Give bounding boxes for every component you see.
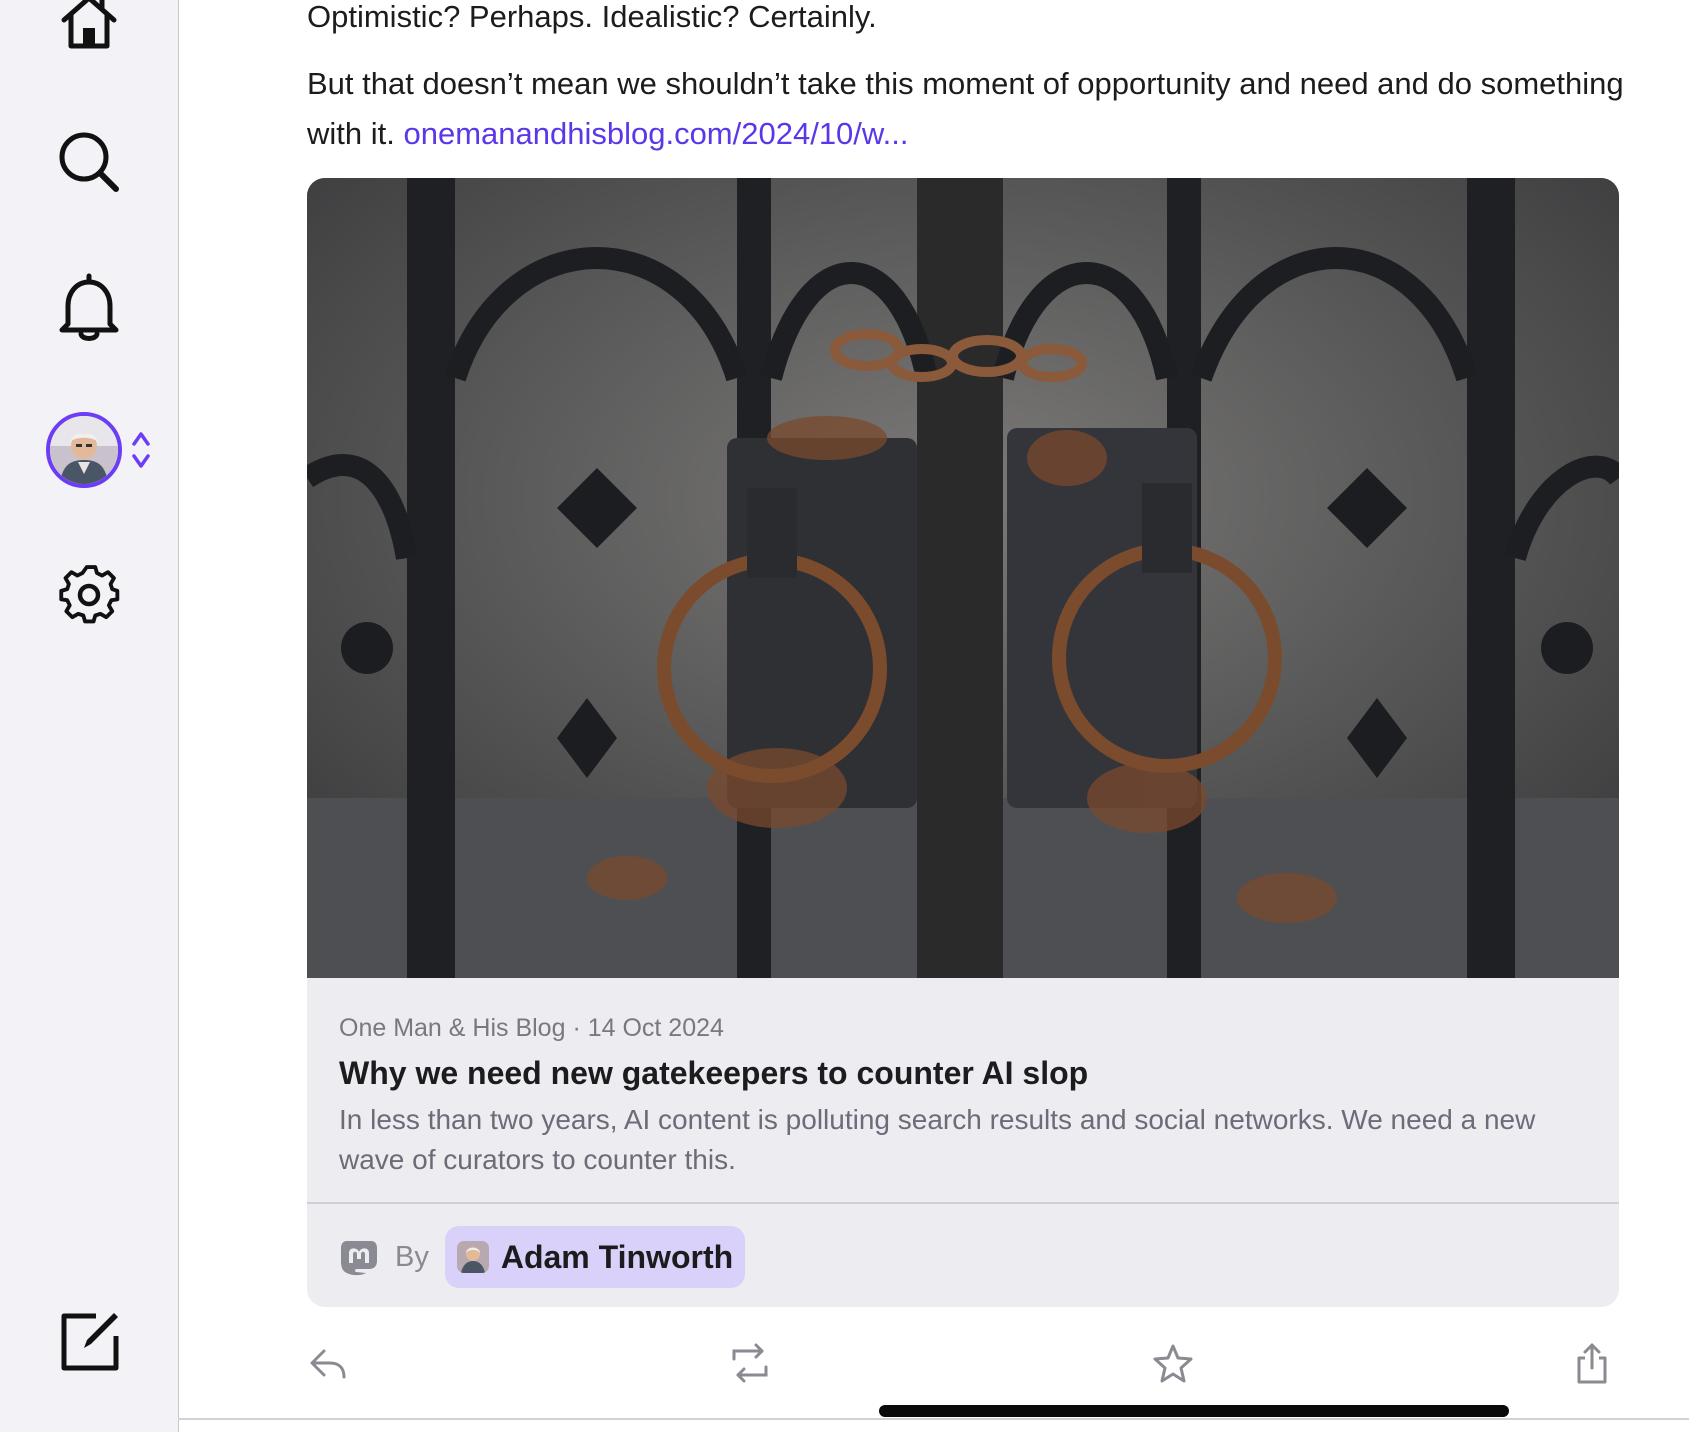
link-preview-card[interactable]: One Man & His Blog · 14 Oct 2024 Why we …	[307, 178, 1619, 1307]
search-button[interactable]	[50, 123, 128, 201]
author-avatar	[456, 1241, 489, 1273]
post-paragraph-2: But that doesn’t mean we shouldn’t take …	[307, 59, 1627, 159]
chevron-updown-icon	[132, 432, 150, 468]
home-icon	[61, 0, 117, 49]
link-preview-title[interactable]: Why we need new gatekeepers to counter A…	[339, 1052, 1589, 1094]
link-preview-source: One Man & His Blog	[339, 1014, 566, 1042]
avatar	[46, 412, 122, 488]
mastodon-icon	[341, 1241, 377, 1276]
reply-button[interactable]	[305, 1340, 351, 1386]
author-chip[interactable]: Adam Tinworth	[444, 1226, 746, 1288]
author-attribution: By Adam Tinworth	[339, 1226, 746, 1288]
home-button[interactable]	[50, 0, 128, 60]
boost-button[interactable]	[727, 1340, 773, 1386]
card-divider	[307, 1202, 1619, 1204]
post-link[interactable]: onemanandhisblog.com/2024/10/w...	[403, 116, 908, 151]
settings-button[interactable]	[50, 556, 128, 634]
compose-button[interactable]	[50, 1302, 128, 1380]
home-indicator[interactable]	[879, 1405, 1509, 1417]
account-switcher[interactable]	[46, 412, 152, 488]
bottom-divider	[178, 1418, 1689, 1420]
meta-separator: ·	[565, 1014, 588, 1042]
bell-icon	[59, 273, 119, 341]
share-button[interactable]	[1569, 1340, 1615, 1386]
post-actions	[307, 1340, 1619, 1390]
gear-icon	[59, 565, 120, 624]
favorite-button[interactable]	[1150, 1340, 1196, 1386]
link-preview-source-line: One Man & His Blog · 14 Oct 2024	[339, 1012, 1589, 1044]
notifications-button[interactable]	[50, 268, 128, 346]
sidebar	[0, 0, 179, 1432]
link-preview-date: 14 Oct 2024	[587, 1014, 724, 1042]
compose-icon	[61, 1313, 119, 1371]
by-label: By	[395, 1240, 429, 1273]
boost-icon	[732, 1343, 768, 1383]
post-paragraph-1: Optimistic? Perhaps. Idealistic? Certain…	[307, 0, 877, 34]
link-preview-meta: One Man & His Blog · 14 Oct 2024 Why we …	[339, 1012, 1589, 1180]
link-preview-image[interactable]	[307, 178, 1619, 978]
star-icon	[1153, 1344, 1193, 1383]
search-icon	[59, 132, 119, 192]
author-name: Adam Tinworth	[500, 1238, 734, 1275]
share-icon	[1577, 1343, 1607, 1384]
link-preview-description: In less than two years, AI content is po…	[339, 1104, 1536, 1175]
reply-icon	[310, 1349, 346, 1379]
